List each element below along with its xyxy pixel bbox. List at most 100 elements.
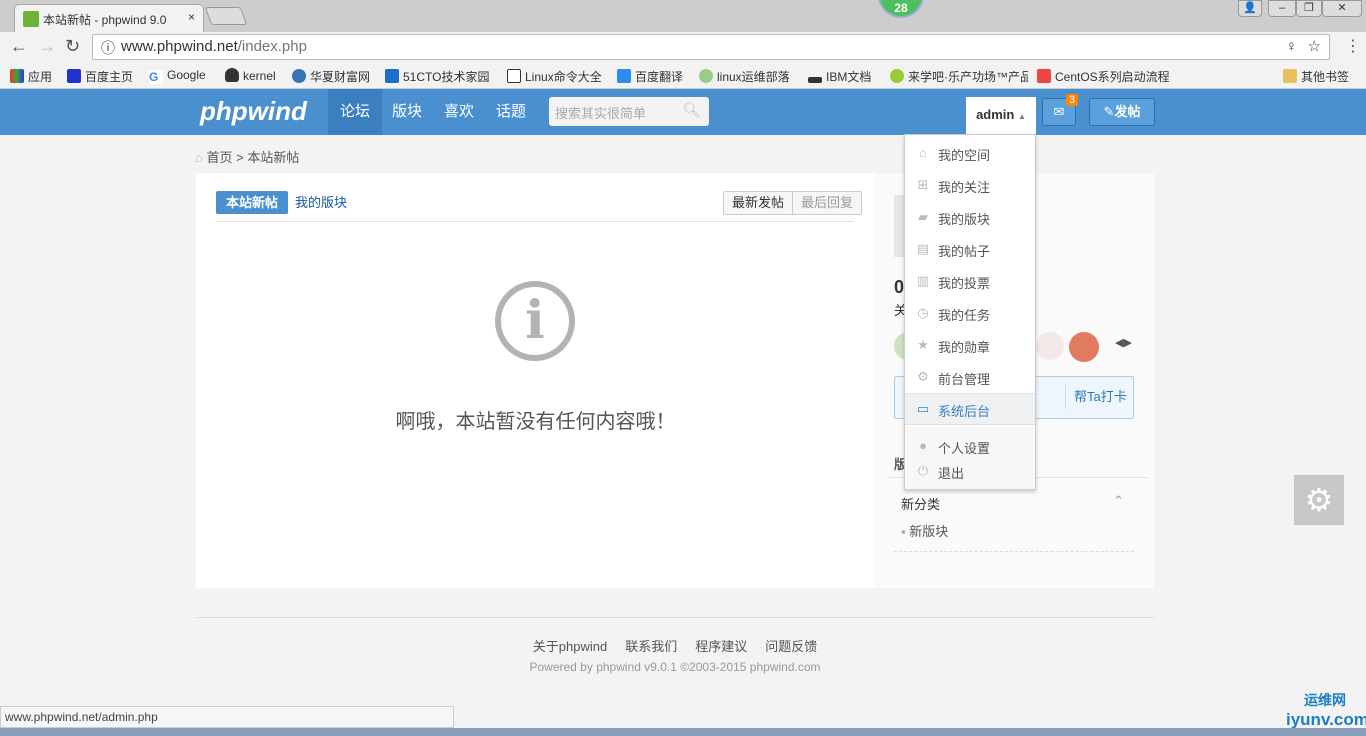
stat-number: 0: [894, 277, 905, 297]
monitor-icon: ▭: [916, 401, 930, 416]
favicon-icon: [23, 11, 39, 27]
caret-up-icon: ▲: [1018, 112, 1026, 121]
edit-icon: ✎: [1103, 104, 1115, 119]
logo[interactable]: phpwind: [200, 96, 307, 127]
bookmark-item[interactable]: G Google: [149, 68, 206, 84]
watermark: 运维网 iyunv.com: [1286, 692, 1366, 729]
taskbar: [0, 728, 1366, 736]
user-icon: ●: [919, 438, 927, 453]
bookmark-item[interactable]: 华夏财富网: [292, 68, 370, 85]
medal-icon: ★: [917, 337, 929, 352]
browser-tab[interactable]: 本站新帖 - phpwind 9.0 ×: [14, 4, 204, 32]
bookmark-item[interactable]: CentOS系列启动流程: [1037, 68, 1173, 85]
home-icon: ⌂: [195, 150, 203, 165]
tab-my-boards[interactable]: 我的版块: [285, 191, 357, 214]
medal-icon: [1069, 332, 1099, 362]
menu-my-tasks[interactable]: ◷ 我的任务: [905, 298, 1035, 328]
minimize-button[interactable]: –: [1268, 0, 1296, 17]
menu-my-posts[interactable]: ▤ 我的帖子: [905, 234, 1035, 264]
menu-icon[interactable]: ⋮: [1345, 36, 1361, 56]
document-icon: ▤: [916, 241, 930, 256]
status-url: www.phpwind.net/admin.php: [0, 706, 454, 728]
browser-tab-bar: 本站新帖 - phpwind 9.0 × 28 👤 – ❐ ✕: [0, 0, 1366, 32]
bookmark-item[interactable]: Linux命令大全: [507, 68, 602, 85]
menu-my-boards[interactable]: ▰ 我的版块: [905, 202, 1035, 232]
back-icon[interactable]: ←: [10, 36, 28, 57]
menu-my-votes[interactable]: ▥ 我的投票: [905, 266, 1035, 296]
profile-icon[interactable]: 👤: [1238, 0, 1262, 17]
counter-badge: 28: [878, 0, 924, 18]
restore-button[interactable]: ❐: [1296, 0, 1322, 17]
other-bookmarks[interactable]: 其他书签: [1283, 68, 1349, 85]
checkin-button[interactable]: 帮Ta打卡: [1065, 385, 1133, 409]
bookmark-item[interactable]: 应用: [10, 68, 52, 85]
reload-icon[interactable]: ↻: [65, 36, 80, 57]
chat-icon: ▰: [918, 209, 928, 224]
power-icon: ⏻: [917, 463, 929, 478]
username: admin: [976, 107, 1015, 122]
info-icon: i: [495, 281, 575, 361]
site-header: phpwind 论坛 版块 喜欢 话题 搜索其实很简单 🔍︎ admin ▲ ✉ …: [0, 89, 1366, 135]
menu-frontend-admin[interactable]: ⚙ 前台管理: [905, 362, 1035, 392]
menu-my-follows[interactable]: ⊞ 我的关注: [905, 170, 1035, 200]
star-icon[interactable]: ☆: [1308, 37, 1321, 55]
forum-link[interactable]: ▪ 新版块: [901, 521, 948, 540]
nav-topics[interactable]: 话题: [484, 89, 538, 135]
search-input[interactable]: 搜索其实很简单 🔍︎: [549, 97, 709, 126]
breadcrumb: ⌂ 首页 > 本站新帖: [195, 147, 299, 166]
nav-forum[interactable]: 论坛: [328, 89, 383, 135]
bookmark-item[interactable]: 51CTO技术家园: [385, 68, 489, 85]
post-label: 发帖: [1114, 104, 1141, 119]
footer-divider: [196, 617, 1154, 618]
chevron-up-icon[interactable]: ⌃: [1113, 493, 1124, 509]
breadcrumb-sep: >: [236, 150, 244, 165]
settings-gear-button[interactable]: ⚙: [1294, 475, 1344, 525]
new-tab-button[interactable]: [204, 7, 248, 25]
breadcrumb-home[interactable]: 首页: [206, 150, 232, 165]
user-menu-toggle[interactable]: admin ▲: [966, 97, 1036, 135]
search-icon[interactable]: 🔍︎: [682, 101, 701, 119]
key-icon[interactable]: ♀: [1286, 38, 1297, 55]
main-panel: 本站新帖 我的版块 最新发帖 最后回复 i 啊哦，本站暂没有任何内容哦！: [196, 173, 875, 588]
medal-nav-arrows[interactable]: ◀▶: [1115, 336, 1132, 349]
forward-icon[interactable]: →: [38, 36, 56, 57]
breadcrumb-current: 本站新帖: [247, 150, 300, 165]
menu-my-medals[interactable]: ★ 我的勋章: [905, 330, 1035, 360]
nav-boards[interactable]: 版块: [380, 89, 434, 135]
medal-icon: [1036, 332, 1064, 360]
divider: [216, 221, 854, 222]
bookmark-item[interactable]: linux运维部落: [699, 68, 790, 85]
footer-link[interactable]: 关于phpwind: [533, 639, 607, 654]
bookmark-item[interactable]: IBM文档: [808, 68, 871, 85]
category-title[interactable]: 新分类: [901, 494, 940, 513]
sort-latest[interactable]: 最新发帖: [724, 192, 794, 214]
nav-likes[interactable]: 喜欢: [432, 89, 486, 135]
menu-logout[interactable]: ⏻ 退出: [905, 456, 1035, 486]
user-dropdown-menu: ⌂ 我的空间 ⊞ 我的关注 ▰ 我的版块 ▤ 我的帖子 ▥ 我的投票 ◷ 我的任务 ★ 我的勋…: [904, 134, 1036, 490]
menu-system-admin[interactable]: ▭ 系统后台: [905, 393, 1035, 425]
tab-new-posts[interactable]: 本站新帖: [216, 191, 289, 214]
powered-by: Powered by phpwind v9.0.1 ©2003-2015 php…: [529, 660, 821, 674]
sort-group: 最新发帖 最后回复: [723, 191, 863, 215]
bookmarks-bar: 应用 百度主页 G Google kernel 华夏财富网 51CTO技术家园 L…: [0, 62, 1366, 89]
menu-my-space[interactable]: ⌂ 我的空间: [905, 138, 1035, 168]
sort-last-reply[interactable]: 最后回复: [793, 192, 861, 214]
home-icon: ⌂: [919, 145, 927, 160]
search-placeholder: 搜索其实很简单: [555, 106, 647, 121]
new-post-button[interactable]: ✎发帖: [1089, 98, 1155, 126]
forum-label: 新版块: [909, 524, 949, 539]
bookmark-item[interactable]: 来学吧·乐产功场™产品: [890, 68, 1028, 85]
bookmark-item[interactable]: 百度翻译: [617, 68, 683, 85]
url-path: /index.php: [237, 38, 307, 55]
footer-link[interactable]: 联系我们: [625, 639, 677, 654]
bookmark-item[interactable]: 百度主页: [67, 68, 133, 85]
divider: [894, 551, 1134, 552]
tab-close-icon[interactable]: ×: [188, 10, 195, 24]
address-toolbar: ← → ↻ ⓘ www.phpwind.net/index.php ♀ ☆ ⋮: [0, 32, 1366, 62]
close-window-button[interactable]: ✕: [1322, 0, 1362, 17]
url-input[interactable]: ⓘ www.phpwind.net/index.php ♀ ☆: [92, 34, 1330, 60]
bookmark-item[interactable]: kernel: [225, 68, 276, 83]
footer-link[interactable]: 程序建议: [695, 639, 747, 654]
clock-icon: ◷: [917, 305, 929, 320]
footer-link[interactable]: 问题反馈: [765, 639, 817, 654]
